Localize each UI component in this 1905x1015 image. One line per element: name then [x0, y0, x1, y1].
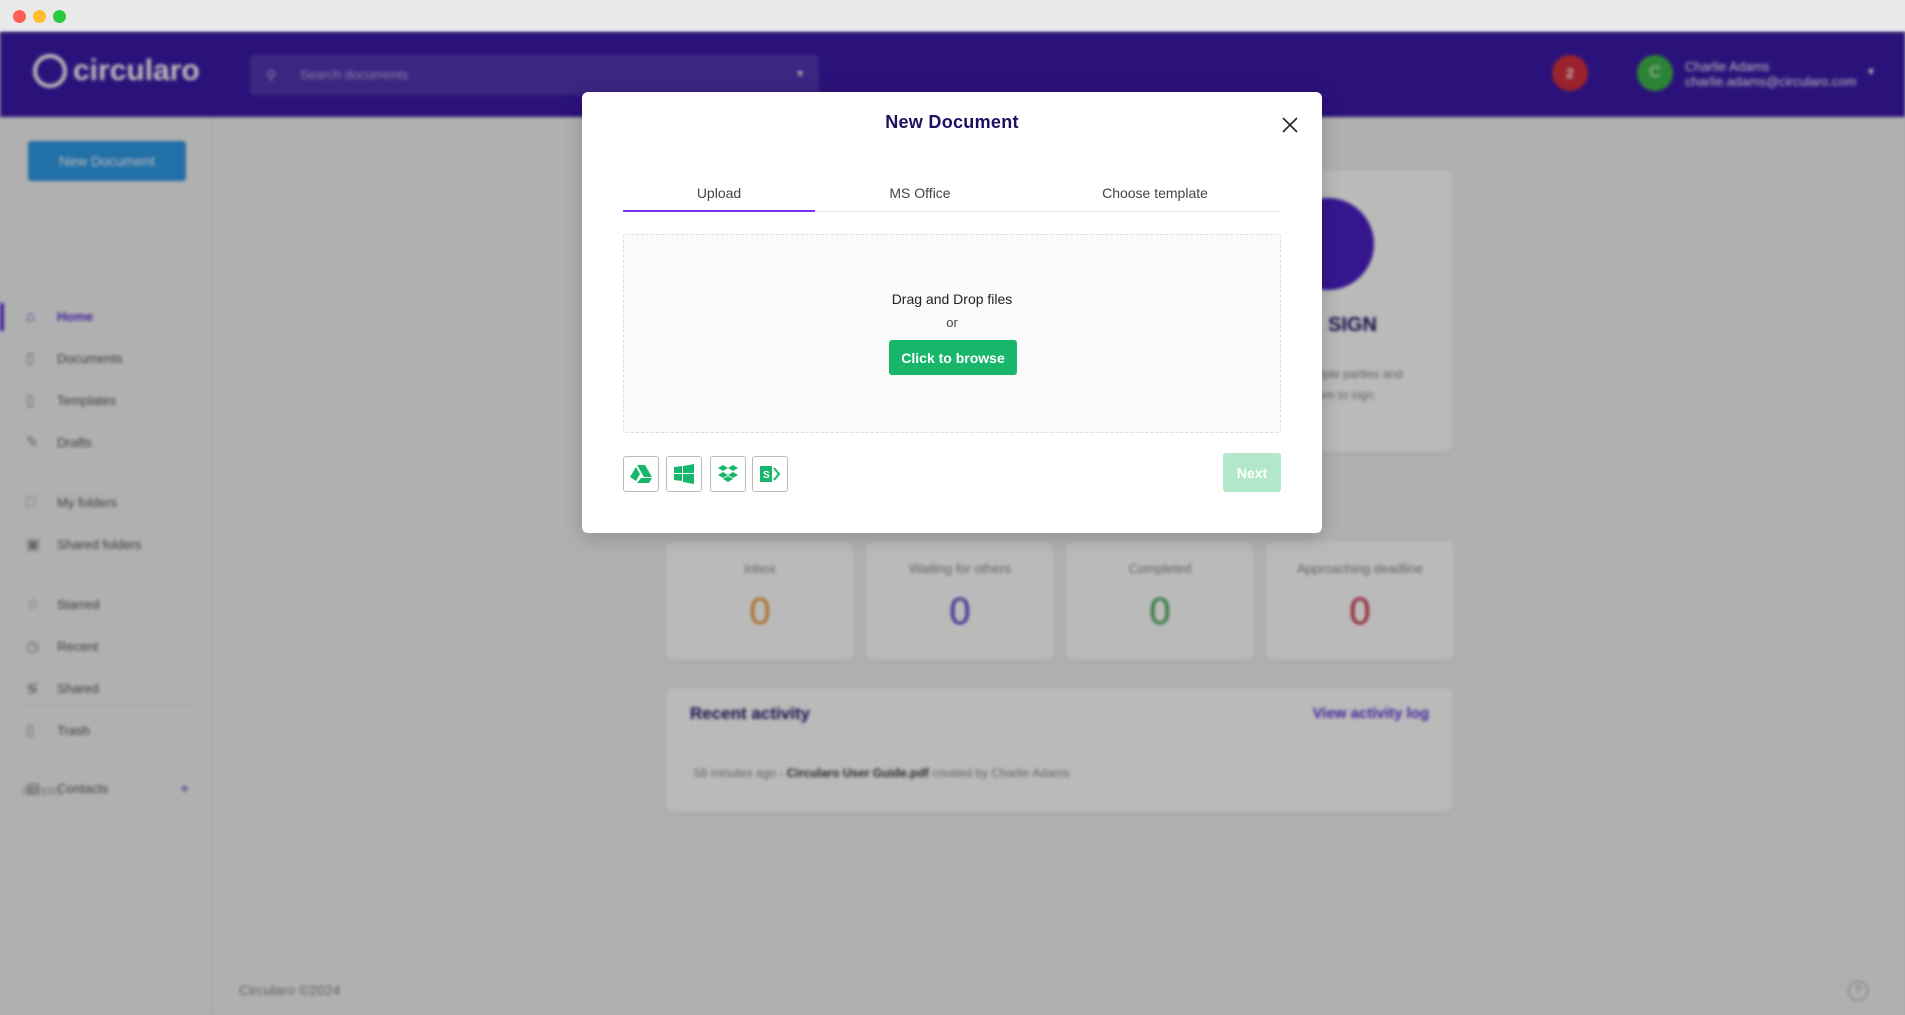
onedrive-button[interactable] [666, 456, 702, 492]
dropbox-icon [718, 465, 738, 482]
windows-icon [674, 464, 694, 484]
google-drive-icon [630, 465, 652, 483]
dropbox-button[interactable] [710, 456, 746, 492]
tab-upload[interactable]: Upload [623, 180, 815, 212]
sharepoint-icon: S [760, 466, 781, 482]
tab-ms-office[interactable]: MS Office [863, 180, 977, 212]
dropzone-text: Drag and Drop files [891, 291, 1013, 307]
tab-choose-template[interactable]: Choose template [1073, 180, 1237, 212]
svg-text:S: S [763, 470, 770, 481]
minimize-window-button[interactable] [33, 10, 46, 23]
google-drive-button[interactable] [623, 456, 659, 492]
close-window-button[interactable] [13, 10, 26, 23]
next-button[interactable]: Next [1223, 453, 1281, 492]
dropzone-or: or [946, 315, 958, 330]
window-titlebar [0, 0, 1905, 32]
file-dropzone[interactable]: Drag and Drop files or Click to browse [623, 234, 1281, 433]
click-to-browse-button[interactable]: Click to browse [889, 340, 1017, 375]
new-document-modal: New Document Upload MS Office Choose tem… [582, 92, 1322, 533]
modal-title: New Document [885, 112, 1019, 132]
maximize-window-button[interactable] [53, 10, 66, 23]
close-icon[interactable] [1279, 114, 1301, 136]
modal-tabs: Upload MS Office Choose template [623, 180, 1281, 212]
sharepoint-button[interactable]: S [752, 456, 788, 492]
